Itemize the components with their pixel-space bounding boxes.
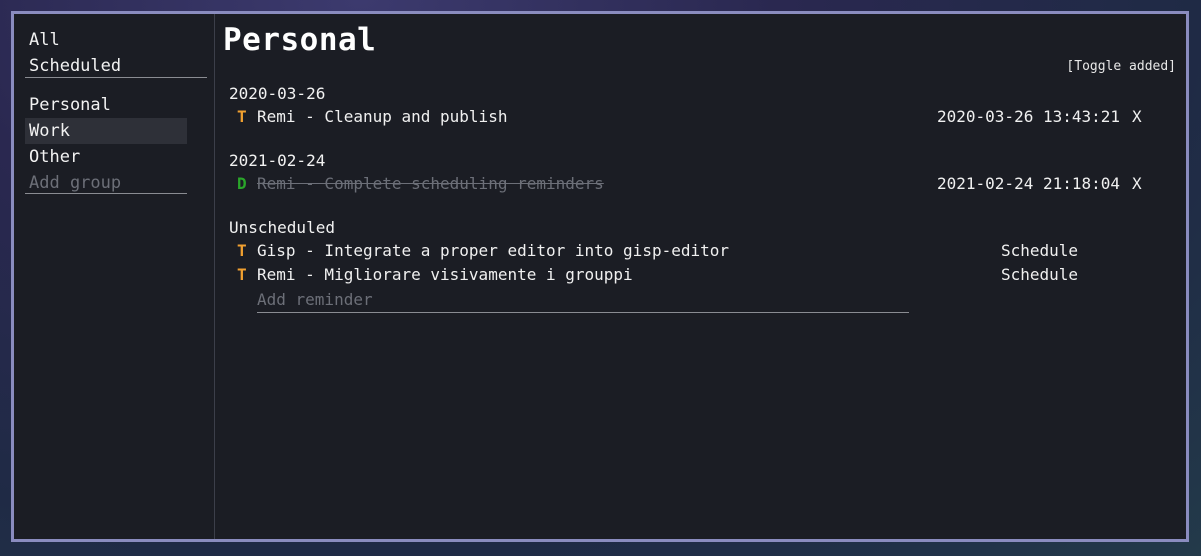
reminder-text: Remi - Cleanup and publish bbox=[257, 107, 508, 126]
main-panel: Personal [Toggle added] 2020-03-26 T Rem… bbox=[215, 14, 1186, 539]
reminder-row: T Remi - Migliorare visivamente i groupp… bbox=[237, 265, 1157, 287]
section-header-date: 2021-02-24 bbox=[229, 151, 326, 170]
section-header-date: 2020-03-26 bbox=[229, 84, 326, 103]
section-header-unscheduled: Unscheduled bbox=[229, 218, 335, 237]
reminder-text: Gisp - Integrate a proper editor into gi… bbox=[257, 241, 730, 260]
todo-status-marker[interactable]: T bbox=[237, 265, 247, 284]
delete-button[interactable]: X bbox=[1132, 174, 1142, 193]
toggle-added-button[interactable]: [Toggle added] bbox=[1066, 59, 1176, 74]
page-title: Personal bbox=[223, 22, 377, 58]
sidebar-group-personal[interactable]: Personal bbox=[25, 92, 111, 118]
add-group-underline bbox=[25, 193, 187, 194]
sidebar-group-work[interactable]: Work bbox=[25, 118, 187, 144]
reminder-text: Remi - Complete scheduling reminders bbox=[257, 174, 604, 193]
reminder-timestamp: 2020-03-26 13:43:21 bbox=[937, 107, 1121, 126]
app-window: All Scheduled Personal Work Other Add gr… bbox=[11, 11, 1189, 542]
schedule-button[interactable]: Schedule bbox=[1001, 265, 1078, 284]
todo-status-marker[interactable]: T bbox=[237, 241, 247, 260]
reminder-row: T Gisp - Integrate a proper editor into … bbox=[237, 241, 1157, 263]
sidebar-group-other[interactable]: Other bbox=[25, 144, 80, 170]
delete-button[interactable]: X bbox=[1132, 107, 1142, 126]
sidebar-filter-all[interactable]: All bbox=[25, 27, 60, 53]
add-reminder-input[interactable]: Add reminder bbox=[257, 290, 909, 313]
schedule-button[interactable]: Schedule bbox=[1001, 241, 1078, 260]
sidebar: All Scheduled Personal Work Other Add gr… bbox=[14, 14, 215, 539]
reminder-row: D Remi - Complete scheduling reminders 2… bbox=[237, 174, 1157, 196]
reminder-text: Remi - Migliorare visivamente i grouppi bbox=[257, 265, 633, 284]
reminder-row: T Remi - Cleanup and publish 2020-03-26 … bbox=[237, 107, 1157, 129]
sidebar-divider bbox=[25, 77, 207, 78]
sidebar-filter-scheduled[interactable]: Scheduled bbox=[25, 53, 121, 79]
todo-status-marker[interactable]: T bbox=[237, 107, 247, 126]
reminder-timestamp: 2021-02-24 21:18:04 bbox=[937, 174, 1121, 193]
done-status-marker[interactable]: D bbox=[237, 174, 247, 193]
